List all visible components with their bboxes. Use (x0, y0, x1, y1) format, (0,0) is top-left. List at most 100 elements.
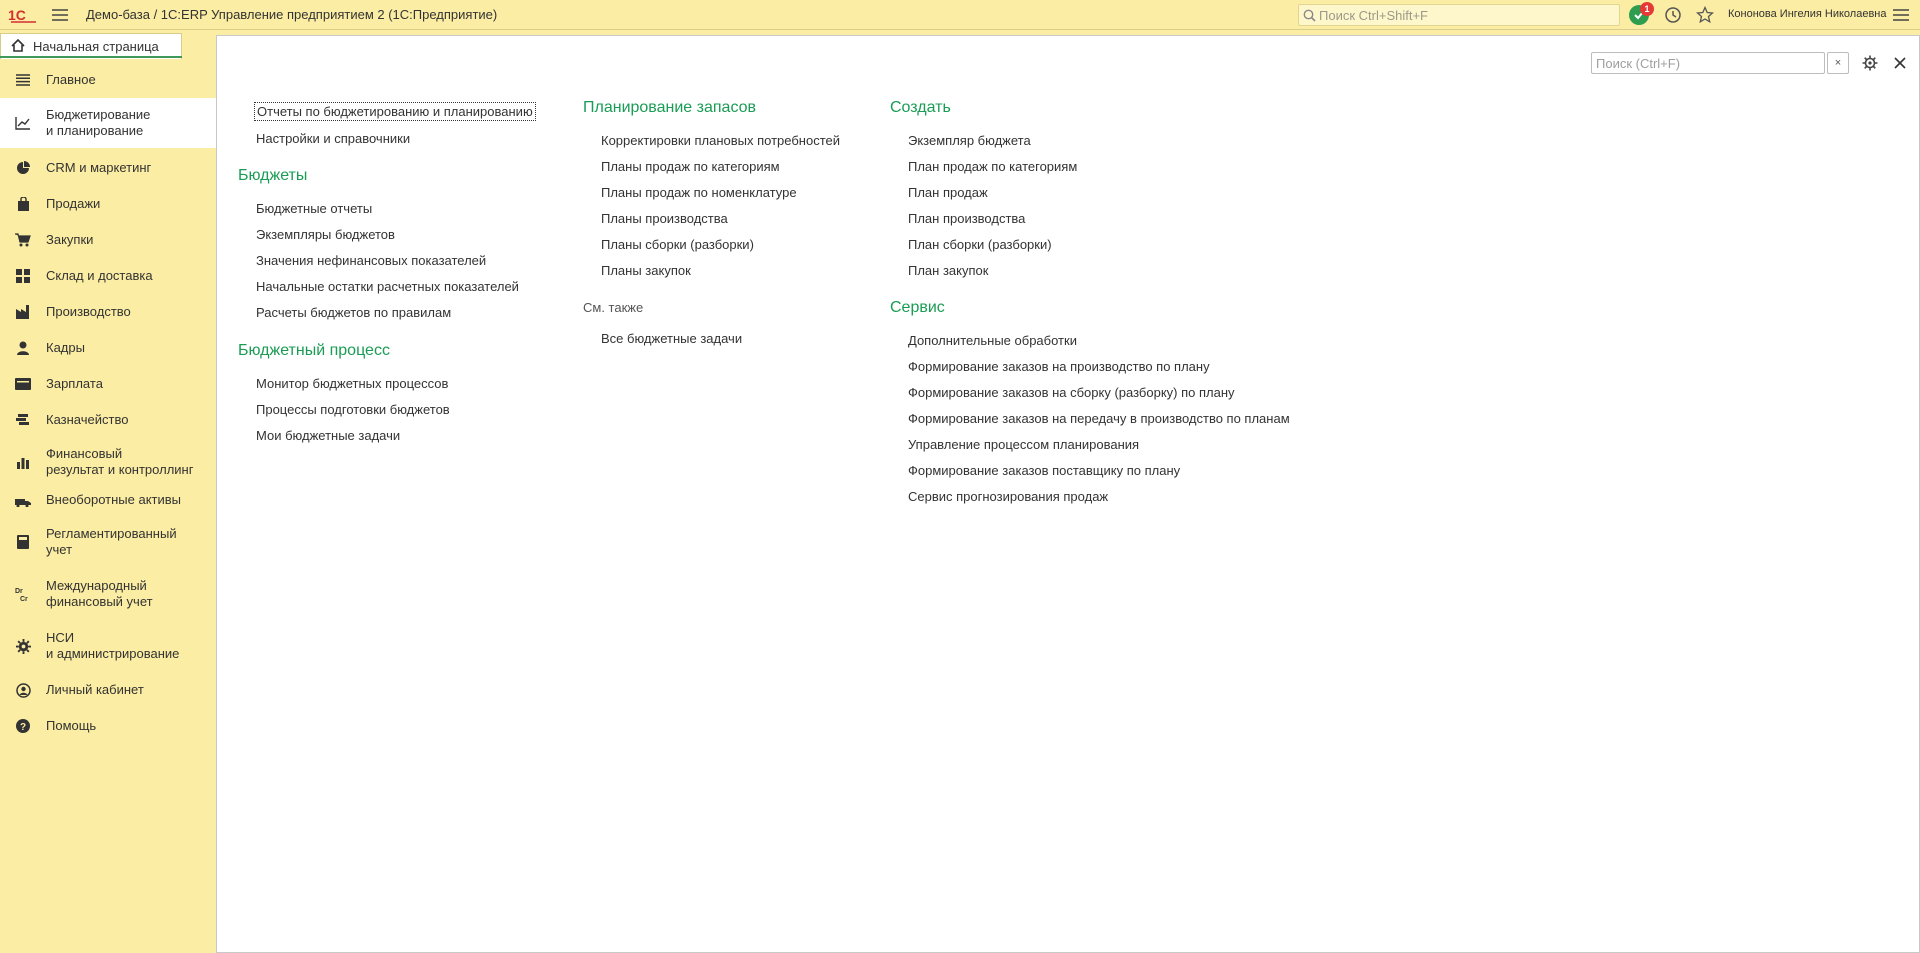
sidebar-item-label: Регламентированный учет (46, 526, 177, 557)
link-item[interactable]: Корректировки плановых потребностей (601, 133, 840, 148)
wallet-icon (0, 378, 46, 390)
sidebar-item-main[interactable]: Главное (0, 66, 216, 94)
sidebar-item-label: Склад и доставка (46, 268, 153, 283)
link-item[interactable]: Сервис прогнозирования продаж (908, 489, 1108, 504)
link-item[interactable]: Расчеты бюджетов по правилам (256, 305, 451, 320)
sidebar-item-production[interactable]: Производство (0, 298, 216, 326)
user-circle-icon (0, 682, 46, 698)
favorites-star-icon[interactable] (1694, 4, 1716, 26)
sidebar-item-personal-account[interactable]: Личный кабинет (0, 676, 216, 704)
link-item[interactable]: Планы производства (601, 211, 728, 226)
sidebar-item-hr[interactable]: Кадры (0, 334, 216, 362)
assets-icon (0, 494, 46, 507)
link-item[interactable]: Формирование заказов на сборку (разборку… (908, 385, 1235, 400)
svg-text:1С: 1С (8, 7, 26, 23)
link-item[interactable]: Начальные остатки расчетных показателей (256, 279, 519, 294)
tab-home-label: Начальная страница (33, 39, 159, 54)
link-item[interactable]: Формирование заказов на передачу в произ… (908, 411, 1290, 426)
link-item[interactable]: Планы закупок (601, 263, 691, 278)
dr-cr-icon: Dr Cr (0, 586, 46, 602)
current-user[interactable]: Кононова Ингелия Николаевна (1728, 8, 1886, 20)
search-icon (1299, 9, 1319, 22)
1c-logo[interactable]: 1С (6, 0, 40, 30)
sections-panel: Главное Бюджетирование и планирование CR… (0, 62, 216, 953)
sidebar-item-label: CRM и маркетинг (46, 160, 152, 175)
link-item[interactable]: Значения нефинансовых показателей (256, 253, 486, 268)
panel-search[interactable] (1591, 52, 1825, 74)
sidebar-item-ifrs[interactable]: Dr Cr Международный финансовый учет (0, 574, 216, 614)
sidebar-item-label: Личный кабинет (46, 682, 144, 697)
link-item[interactable]: Планы продаж по номенклатуре (601, 185, 797, 200)
sidebar-item-regulated-accounting[interactable]: Регламентированный учет (0, 522, 216, 562)
sidebar-item-salary[interactable]: Зарплата (0, 370, 216, 398)
link-item[interactable]: Формирование заказов на производство по … (908, 359, 1210, 374)
link-item[interactable]: План производства (908, 211, 1025, 226)
bag-icon (0, 197, 46, 211)
sidebar-item-label: НСИ и администрирование (46, 630, 180, 661)
coins-icon (0, 413, 46, 427)
link-item[interactable]: План продаж (908, 185, 988, 200)
pie-chart-icon (0, 161, 46, 175)
clear-search-button[interactable]: × (1827, 52, 1849, 74)
section-title-budgets: Бюджеты (238, 167, 308, 184)
section-content-panel: × Отчеты по бюджетированию и планировани… (216, 35, 1920, 953)
sidebar-item-admin[interactable]: НСИ и администрирование (0, 626, 216, 666)
sidebar-item-sales[interactable]: Продажи (0, 190, 216, 218)
section-title-service: Сервис (890, 299, 945, 316)
sidebar-item-label: Внеоборотные активы (46, 492, 182, 507)
link-item[interactable]: Процессы подготовки бюджетов (256, 402, 450, 417)
sidebar-item-crm[interactable]: CRM и маркетинг (0, 154, 216, 182)
link-settings-catalogs[interactable]: Настройки и справочники (256, 131, 410, 146)
sidebar-item-fixed-assets[interactable]: Внеоборотные активы (0, 486, 216, 514)
svg-text:?: ? (20, 722, 26, 733)
calculator-icon (0, 535, 46, 549)
link-item[interactable]: Мои бюджетные задачи (256, 428, 400, 443)
person-icon (0, 341, 46, 355)
sidebar-item-financial-result[interactable]: Финансовый результат и контроллинг (0, 442, 216, 482)
link-item[interactable]: Экземпляры бюджетов (256, 227, 395, 242)
history-icon[interactable] (1662, 4, 1684, 26)
link-item[interactable]: Дополнительные обработки (908, 333, 1077, 348)
link-budget-reports[interactable]: Отчеты по бюджетированию и планированию (254, 102, 536, 121)
sidebar-item-purchases[interactable]: Закупки (0, 226, 216, 254)
sidebar-item-label: Бюджетирование и планирование (46, 107, 151, 138)
link-item[interactable]: Экземпляр бюджета (908, 133, 1031, 148)
sidebar-item-help[interactable]: ? Помощь (0, 712, 216, 740)
link-item[interactable]: План сборки (разборки) (908, 237, 1052, 252)
section-title-create: Создать (890, 99, 951, 116)
warehouse-grid-icon (0, 269, 46, 283)
sidebar-item-label: Казначейство (46, 412, 129, 427)
link-item[interactable]: Все бюджетные задачи (601, 331, 742, 346)
sidebar-item-warehouse[interactable]: Склад и доставка (0, 262, 216, 290)
sidebar-item-label: Главное (46, 72, 96, 87)
link-item[interactable]: Планы сборки (разборки) (601, 237, 754, 252)
list-icon (0, 74, 46, 86)
svg-text:Cr: Cr (20, 596, 28, 602)
global-search-input[interactable] (1319, 7, 1609, 23)
main-menu-icon[interactable] (48, 0, 72, 30)
budget-chart-icon (0, 116, 46, 130)
section-title-inventory-planning: Планирование запасов (583, 99, 757, 116)
link-item[interactable]: Управление процессом планирования (908, 437, 1139, 452)
sidebar-item-label: Помощь (46, 718, 97, 733)
sidebar-item-label: Международный финансовый учет (46, 578, 153, 609)
link-item[interactable]: План закупок (908, 263, 988, 278)
close-icon[interactable] (1889, 52, 1911, 74)
notification-count-badge: 1 (1640, 2, 1654, 16)
home-icon (11, 38, 25, 55)
see-also-title: См. также (583, 300, 644, 315)
sidebar-item-budgeting[interactable]: Бюджетирование и планирование (0, 98, 216, 148)
sidebar-item-label: Зарплата (46, 376, 103, 391)
link-item[interactable]: Формирование заказов поставщику по плану (908, 463, 1180, 478)
sidebar-item-label: Закупки (46, 232, 94, 247)
link-item[interactable]: Монитор бюджетных процессов (256, 376, 448, 391)
link-item[interactable]: Бюджетные отчеты (256, 201, 372, 216)
bar-chart-icon (0, 455, 46, 469)
global-search[interactable] (1298, 4, 1620, 26)
panel-settings-gear-icon[interactable] (1859, 52, 1881, 74)
link-item[interactable]: Планы продаж по категориям (601, 159, 780, 174)
settings-menu-icon[interactable] (1890, 4, 1912, 26)
sidebar-item-treasury[interactable]: Казначейство (0, 406, 216, 434)
panel-search-input[interactable] (1592, 55, 1802, 71)
link-item[interactable]: План продаж по категориям (908, 159, 1077, 174)
